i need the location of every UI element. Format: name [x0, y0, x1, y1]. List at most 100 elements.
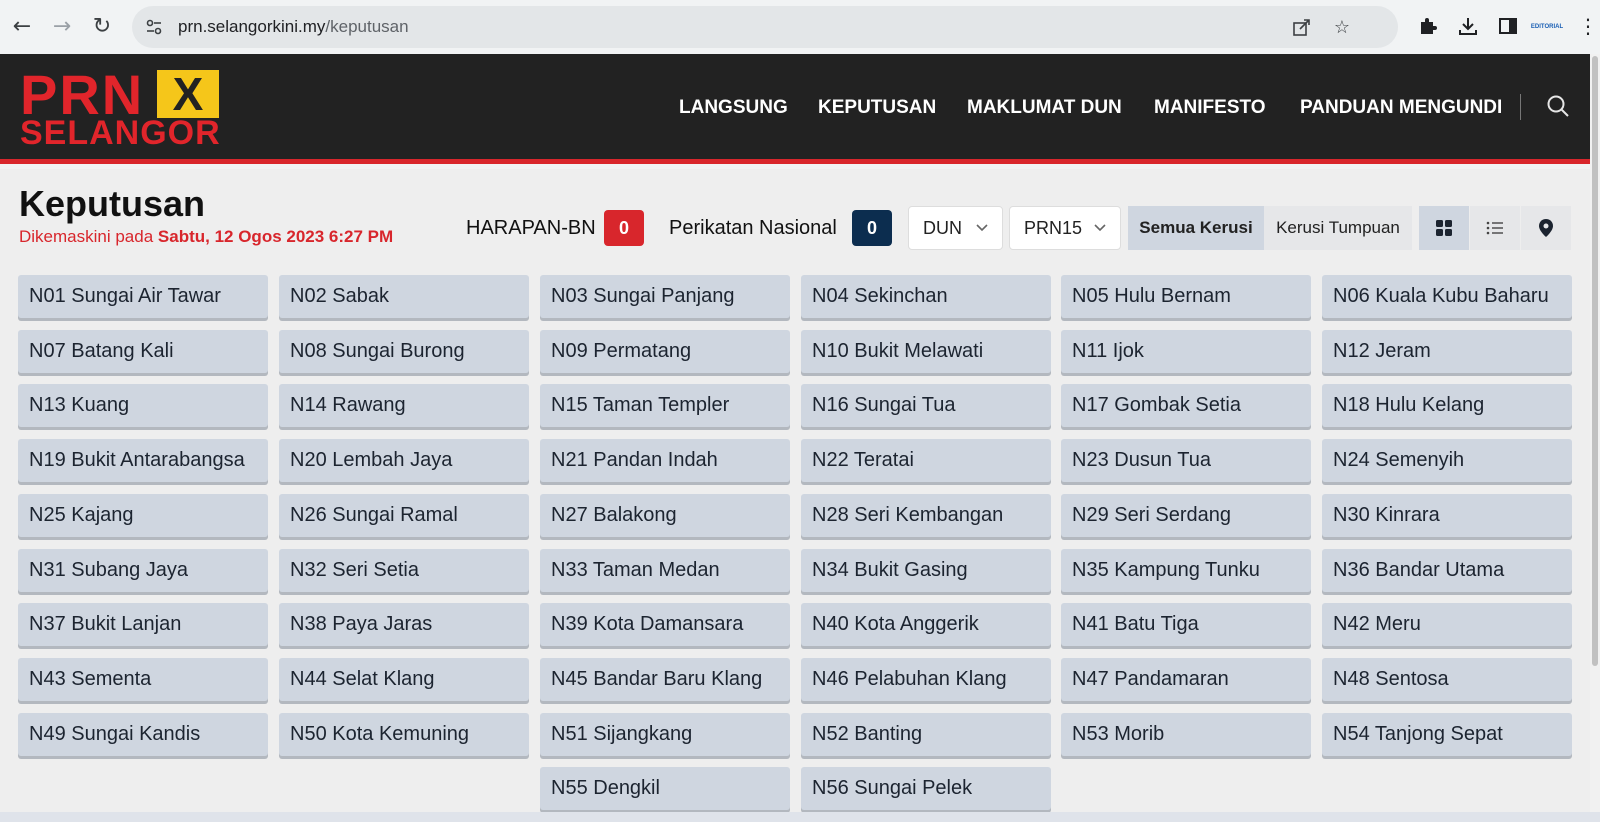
- seat-tile[interactable]: N30 Kinrara: [1322, 493, 1572, 537]
- party-harapan-bn-seats-badge: 0: [604, 210, 644, 246]
- seat-tile[interactable]: N48 Sentosa: [1322, 657, 1572, 701]
- bookmark-star-icon[interactable]: ☆: [1330, 15, 1354, 39]
- seat-tile[interactable]: N54 Tanjong Sepat: [1322, 712, 1572, 756]
- nav-panduan-mengundi[interactable]: PANDUAN MENGUNDI: [1300, 97, 1502, 119]
- download-icon[interactable]: [1454, 12, 1482, 40]
- seat-tile[interactable]: N50 Kota Kemuning: [279, 712, 529, 756]
- seat-tile[interactable]: N15 Taman Templer: [540, 384, 790, 428]
- party-pn-seats-badge: 0: [852, 210, 892, 246]
- segment-all-seats[interactable]: Semua Kerusi: [1128, 206, 1264, 250]
- seat-tile[interactable]: N04 Sekinchan: [801, 275, 1051, 318]
- map-pin-view-icon[interactable]: [1521, 206, 1571, 250]
- seat-tile[interactable]: N53 Morib: [1061, 712, 1311, 756]
- logo-x-box: X: [157, 68, 219, 120]
- nav-divider: [1520, 94, 1521, 120]
- seat-tile[interactable]: N25 Kajang: [18, 493, 268, 537]
- seat-tile[interactable]: N13 Kuang: [18, 384, 268, 428]
- results-section: Keputusan Dikemaskini pada Sabtu, 12 Ogo…: [0, 169, 1600, 822]
- updated-timestamp: Sabtu, 12 Ogos 2023 6:27 PM: [157, 227, 394, 246]
- seat-tile[interactable]: N56 Sungai Pelek: [801, 767, 1051, 811]
- seat-tile[interactable]: N29 Seri Serdang: [1061, 493, 1311, 537]
- seat-tile[interactable]: N39 Kota Damansara: [540, 603, 790, 647]
- seat-tile[interactable]: N06 Kuala Kubu Baharu: [1322, 275, 1572, 318]
- election-select-value: PRN15: [1024, 217, 1083, 238]
- seat-tile[interactable]: N47 Pandamaran: [1061, 657, 1311, 701]
- site-logo[interactable]: PRN X SELANGOR: [20, 64, 230, 152]
- page-title: Keputusan: [19, 183, 206, 224]
- profile-avatar[interactable]: EDITORIAL: [1531, 14, 1563, 40]
- seat-tile[interactable]: N03 Sungai Panjang: [540, 275, 790, 318]
- grid-view-icon[interactable]: [1419, 206, 1469, 250]
- seat-tile[interactable]: N21 Pandan Indah: [540, 439, 790, 483]
- side-panel-icon[interactable]: [1494, 12, 1522, 40]
- seat-tile[interactable]: N42 Meru: [1322, 603, 1572, 647]
- seat-tile[interactable]: N51 Sijangkang: [540, 712, 790, 756]
- seat-tile[interactable]: N34 Bukit Gasing: [801, 548, 1051, 592]
- seat-tile[interactable]: N31 Subang Jaya: [18, 548, 268, 592]
- seat-tile[interactable]: N22 Teratai: [801, 439, 1051, 483]
- address-bar[interactable]: prn.selangorkini.my/keputusan ☆: [132, 6, 1398, 48]
- reload-icon[interactable]: ↻: [86, 10, 118, 42]
- seat-tile[interactable]: N14 Rawang: [279, 384, 529, 428]
- seat-tile[interactable]: N02 Sabak: [279, 275, 529, 318]
- seat-tile[interactable]: N35 Kampung Tunku: [1061, 548, 1311, 592]
- seat-tile[interactable]: N55 Dengkil: [540, 767, 790, 811]
- seat-tile[interactable]: N09 Permatang: [540, 329, 790, 373]
- nav-manifesto[interactable]: MANIFESTO: [1154, 97, 1266, 119]
- party-harapan-bn-label: HARAPAN-BN: [466, 217, 596, 239]
- seat-tile[interactable]: N08 Sungai Burong: [279, 329, 529, 373]
- seat-tile[interactable]: N41 Batu Tiga: [1061, 603, 1311, 647]
- seat-tile[interactable]: N01 Sungai Air Tawar: [18, 275, 268, 318]
- url-host: prn.selangorkini.my: [178, 17, 326, 36]
- list-view-icon[interactable]: [1470, 206, 1520, 250]
- url-text[interactable]: prn.selangorkini.my/keputusan: [178, 17, 409, 37]
- seat-tile[interactable]: N43 Sementa: [18, 657, 268, 701]
- seat-tile[interactable]: N20 Lembah Jaya: [279, 439, 529, 483]
- dun-select[interactable]: DUN: [908, 206, 1003, 250]
- dun-select-value: DUN: [923, 217, 962, 238]
- back-icon[interactable]: ←: [6, 10, 38, 42]
- segment-focus-seats[interactable]: Kerusi Tumpuan: [1264, 206, 1412, 250]
- page-scrollbar-thumb[interactable]: [1592, 56, 1598, 666]
- nav-maklumat-dun[interactable]: MAKLUMAT DUN: [967, 97, 1122, 119]
- extensions-icon[interactable]: [1414, 12, 1442, 40]
- election-select[interactable]: PRN15: [1009, 206, 1121, 250]
- search-icon[interactable]: [1546, 94, 1572, 120]
- share-icon[interactable]: [1290, 15, 1314, 39]
- seat-tile[interactable]: N11 Ijok: [1061, 329, 1311, 373]
- party-pn-label: Perikatan Nasional: [669, 217, 837, 239]
- seat-tile[interactable]: N12 Jeram: [1322, 329, 1572, 373]
- seat-tile[interactable]: N07 Batang Kali: [18, 329, 268, 373]
- seat-tile[interactable]: N16 Sungai Tua: [801, 384, 1051, 428]
- seat-tile[interactable]: N52 Banting: [801, 712, 1051, 756]
- logo-selangor-text: SELANGOR: [20, 114, 221, 152]
- nav-keputusan[interactable]: KEPUTUSAN: [818, 97, 936, 119]
- chevron-down-icon: [1094, 224, 1106, 232]
- seat-tile[interactable]: N10 Bukit Melawati: [801, 329, 1051, 373]
- seat-tile[interactable]: N19 Bukit Antarabangsa: [18, 439, 268, 483]
- forward-icon[interactable]: →: [46, 10, 78, 42]
- seat-tile[interactable]: N24 Semenyih: [1322, 439, 1572, 483]
- chevron-down-icon: [976, 224, 988, 232]
- seat-tile[interactable]: N05 Hulu Bernam: [1061, 275, 1311, 318]
- seat-tile[interactable]: N23 Dusun Tua: [1061, 439, 1311, 483]
- nav-langsung[interactable]: LANGSUNG: [679, 97, 788, 119]
- seat-tile[interactable]: N37 Bukit Lanjan: [18, 603, 268, 647]
- seat-tile[interactable]: N44 Selat Klang: [279, 657, 529, 701]
- seat-tile[interactable]: N27 Balakong: [540, 493, 790, 537]
- seat-tile[interactable]: N45 Bandar Baru Klang: [540, 657, 790, 701]
- updated-prefix: Dikemaskini pada: [19, 227, 158, 246]
- seat-tile[interactable]: N33 Taman Medan: [540, 548, 790, 592]
- seat-tile[interactable]: N18 Hulu Kelang: [1322, 384, 1572, 428]
- seat-tile[interactable]: N28 Seri Kembangan: [801, 493, 1051, 537]
- site-info-icon[interactable]: [140, 13, 168, 41]
- seat-tile[interactable]: N46 Pelabuhan Klang: [801, 657, 1051, 701]
- seat-tile[interactable]: N40 Kota Anggerik: [801, 603, 1051, 647]
- seat-tile[interactable]: N17 Gombak Setia: [1061, 384, 1311, 428]
- seat-tile[interactable]: N32 Seri Setia: [279, 548, 529, 592]
- browser-menu-icon[interactable]: ⋮: [1578, 12, 1598, 40]
- seat-tile[interactable]: N26 Sungai Ramal: [279, 493, 529, 537]
- seat-tile[interactable]: N38 Paya Jaras: [279, 603, 529, 647]
- seat-tile[interactable]: N36 Bandar Utama: [1322, 548, 1572, 592]
- seat-tile[interactable]: N49 Sungai Kandis: [18, 712, 268, 756]
